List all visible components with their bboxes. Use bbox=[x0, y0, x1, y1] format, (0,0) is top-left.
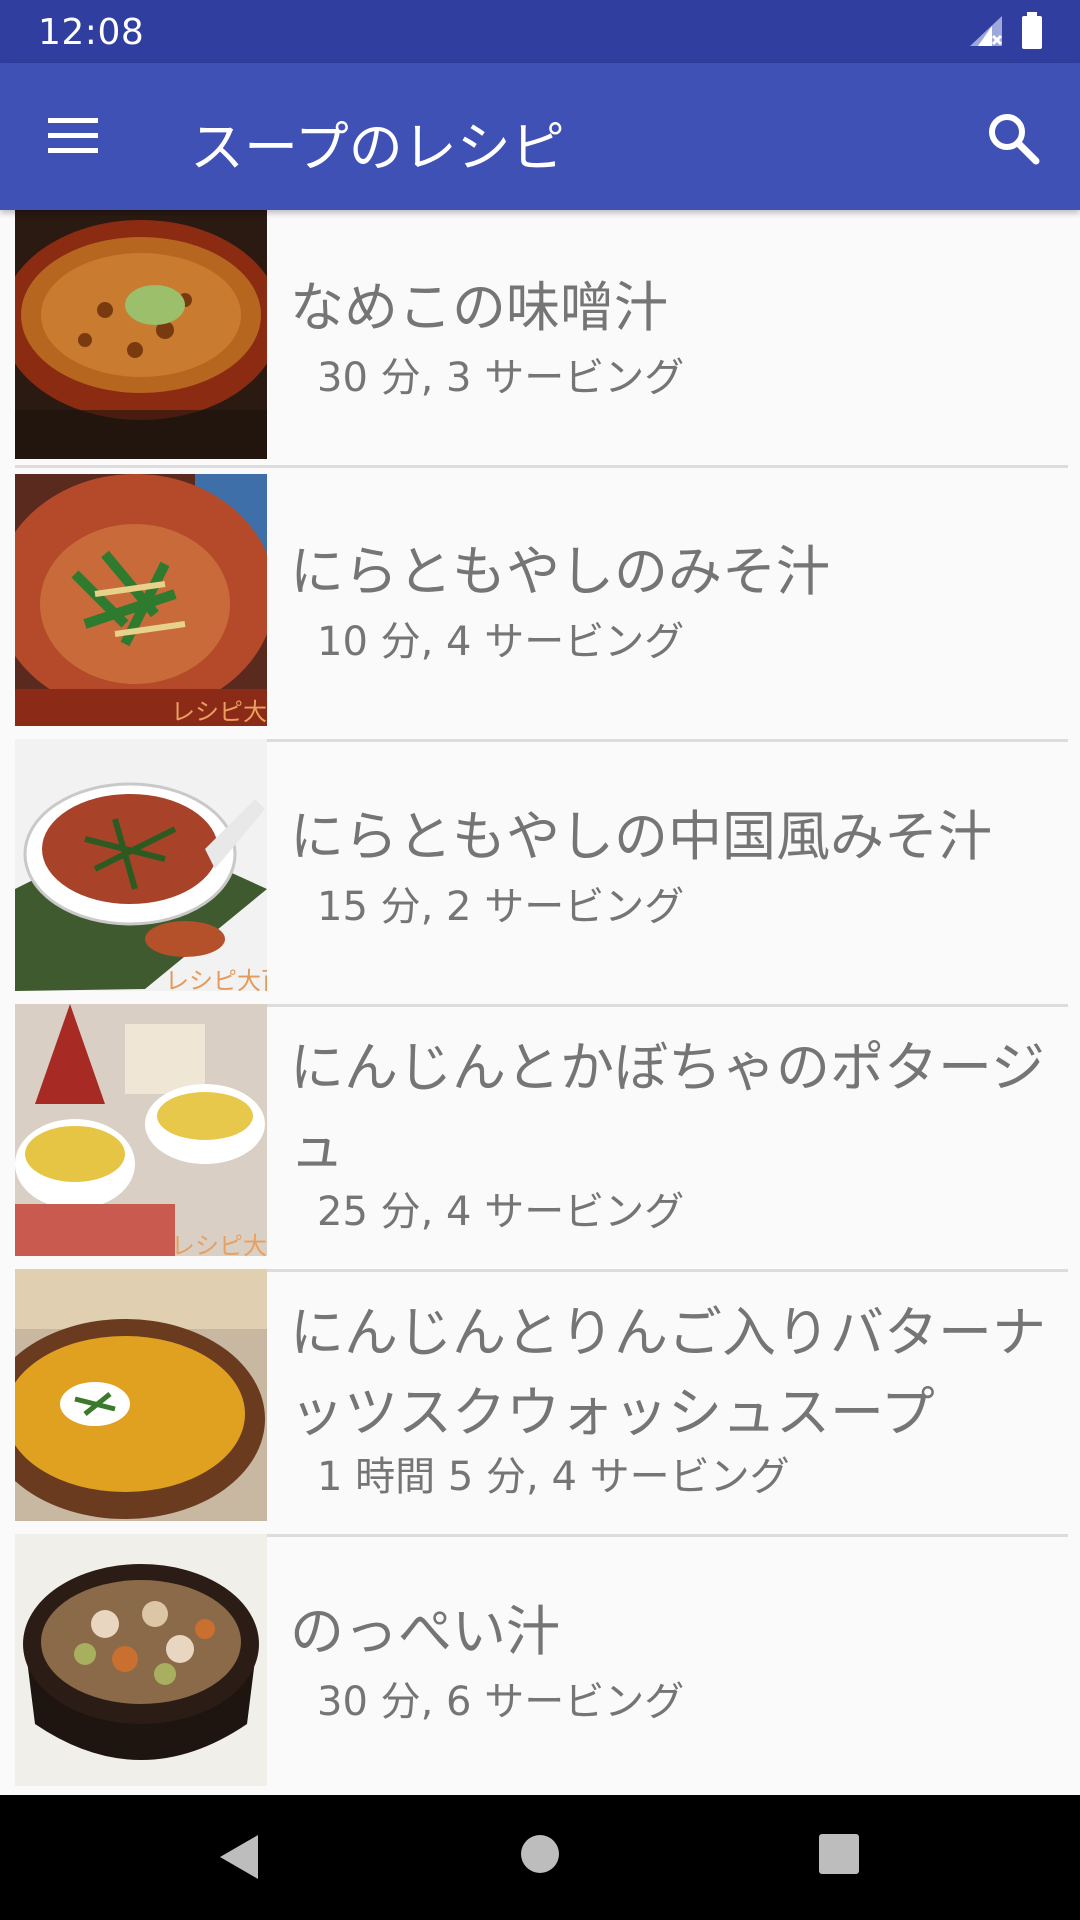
recipe-title: にらともやしのみそ汁 bbox=[290, 540, 830, 603]
recipe-thumbnail bbox=[15, 1269, 267, 1521]
recipe-list: なめこの味噌汁 30 分, 3 サービング レシピ大 にらともやしのみそ汁 10… bbox=[0, 210, 1080, 1795]
navigation-bar bbox=[0, 1795, 1080, 1920]
list-item[interactable]: レシピ大 にんじんとかぼちゃのポタージュ 25 分, 4 サービング bbox=[15, 1004, 1068, 1272]
menu-icon[interactable] bbox=[46, 114, 100, 158]
home-icon[interactable] bbox=[519, 1833, 561, 1879]
page-title: スープのレシピ bbox=[190, 116, 565, 179]
recipe-title: にんじんとりんご入りバターナッツスクウォッシュスープ bbox=[290, 1301, 1046, 1444]
recipe-subtitle: 25 分, 4 サービング bbox=[317, 1189, 685, 1235]
recipe-title: にらともやしの中国風みそ汁 bbox=[290, 805, 992, 868]
recipe-subtitle: 1 時間 5 分, 4 サービング bbox=[317, 1454, 790, 1500]
recipe-title: のっぺい汁 bbox=[290, 1600, 560, 1663]
list-item[interactable]: にんじんとりんご入りバターナッツスクウォッシュスープ 1 時間 5 分, 4 サ… bbox=[15, 1269, 1068, 1537]
recipe-thumbnail bbox=[15, 1534, 267, 1786]
search-icon[interactable] bbox=[986, 111, 1040, 165]
image-watermark: レシピ大 bbox=[171, 1232, 267, 1256]
battery-icon bbox=[1020, 12, 1044, 54]
recipe-subtitle: 30 分, 6 サービング bbox=[317, 1679, 685, 1725]
list-item[interactable]: なめこの味噌汁 30 分, 3 サービング bbox=[15, 210, 1068, 468]
recipe-thumbnail bbox=[15, 210, 267, 459]
recipe-thumbnail: レシピ大百 bbox=[15, 739, 267, 991]
back-icon[interactable] bbox=[216, 1833, 260, 1885]
signal-icon bbox=[968, 14, 1004, 52]
recipe-subtitle: 30 分, 3 サービング bbox=[317, 355, 685, 401]
status-bar: 12:08 bbox=[0, 0, 1080, 63]
recipe-subtitle: 10 分, 4 サービング bbox=[317, 619, 685, 665]
recents-icon[interactable] bbox=[818, 1833, 860, 1879]
recipe-thumbnail: レシピ大 bbox=[15, 1004, 267, 1256]
image-watermark: レシピ大百 bbox=[165, 967, 267, 991]
list-item[interactable]: のっぺい汁 30 分, 6 サービング bbox=[15, 1534, 1068, 1795]
app-bar: スープのレシピ bbox=[0, 63, 1080, 210]
list-item[interactable]: レシピ大百 にらともやしの中国風みそ汁 15 分, 2 サービング bbox=[15, 739, 1068, 1007]
status-time: 12:08 bbox=[38, 12, 145, 53]
image-watermark: レシピ大 bbox=[171, 698, 267, 726]
recipe-title: にんじんとかぼちゃのポタージュ bbox=[290, 1036, 1045, 1179]
recipe-thumbnail: レシピ大 bbox=[15, 474, 267, 726]
recipe-title: なめこの味噌汁 bbox=[290, 276, 668, 339]
list-item[interactable]: レシピ大 にらともやしのみそ汁 10 分, 4 サービング bbox=[15, 474, 1068, 742]
recipe-subtitle: 15 分, 2 サービング bbox=[317, 884, 685, 930]
